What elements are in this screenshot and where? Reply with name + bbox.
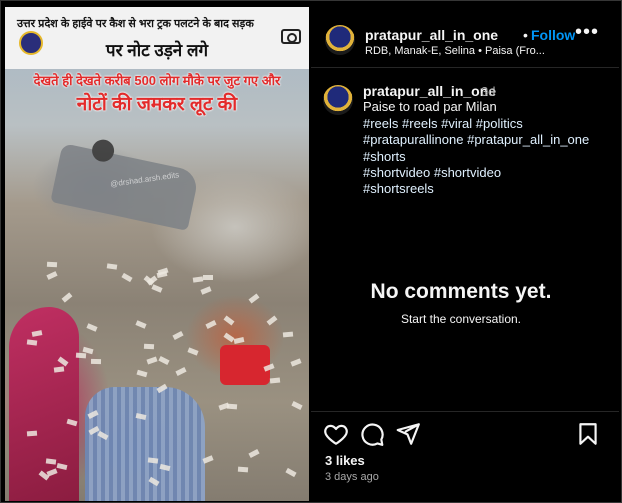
banknote xyxy=(86,323,98,332)
video-headline-banner: उत्तर प्रदेश के हाईवे पर कैश से भरा ट्रक… xyxy=(5,7,309,69)
no-comments-title: No comments yet. xyxy=(370,280,552,303)
banknote xyxy=(200,286,212,295)
caption-time: 3d xyxy=(481,84,496,99)
follow-button[interactable]: Follow xyxy=(531,27,575,43)
hashtag-link[interactable]: #reels xyxy=(363,116,398,131)
banknote xyxy=(187,347,199,357)
banknote xyxy=(290,357,302,367)
banknote xyxy=(266,315,278,326)
banknote xyxy=(61,292,73,303)
banknote xyxy=(202,455,214,464)
avatar[interactable] xyxy=(325,25,355,55)
banknote xyxy=(146,356,158,365)
hashtag-link[interactable]: #viral xyxy=(441,116,472,131)
banknote xyxy=(46,270,58,280)
banknote xyxy=(135,320,147,330)
post-date: 3 days ago xyxy=(325,471,379,483)
more-options-icon[interactable]: ••• xyxy=(575,21,599,44)
banknote xyxy=(26,339,38,346)
banknote xyxy=(248,448,260,458)
banknote xyxy=(106,263,118,270)
no-comments-subtitle: Start the conversation. xyxy=(400,312,522,326)
banknote xyxy=(57,356,69,367)
banknote xyxy=(45,458,57,465)
hashtag-link[interactable]: #shortvideo xyxy=(363,165,430,180)
share-icon[interactable] xyxy=(395,421,421,447)
heart-icon[interactable] xyxy=(323,421,349,447)
banknote xyxy=(151,284,163,293)
video-subtitle-line2: नोटों की जमकर लूट की xyxy=(76,94,238,115)
audio-info[interactable]: RDB, Manak-E, Selina • Paisa (Fro... xyxy=(365,45,545,57)
hashtag-link[interactable]: #shortsreels xyxy=(363,181,434,196)
hashtag-link[interactable]: #shortvideo xyxy=(434,165,501,180)
banknote xyxy=(46,261,58,268)
banknote xyxy=(218,402,230,411)
banknote xyxy=(45,468,58,477)
banknote xyxy=(193,276,204,283)
banknote xyxy=(285,468,298,478)
banknote xyxy=(147,457,159,464)
post-header: pratapur_all_in_one • Follow RDB, Manak-… xyxy=(311,7,619,68)
banknote xyxy=(205,319,217,329)
post-side-panel: pratapur_all_in_one • Follow RDB, Manak-… xyxy=(311,7,619,501)
banknote xyxy=(263,363,275,372)
caption-hashtags: #reels #reels #viral #politics #pratapur… xyxy=(363,116,603,197)
hashtag-link[interactable]: #pratapurallinone xyxy=(363,132,463,147)
post-username[interactable]: pratapur_all_in_one xyxy=(365,27,498,43)
banknote xyxy=(237,467,248,473)
banknote xyxy=(148,477,160,487)
caption-text: Paise to road par Milan xyxy=(363,99,497,114)
banknote xyxy=(27,430,38,437)
comment-icon[interactable] xyxy=(359,421,385,447)
banknote xyxy=(291,401,303,411)
video-headline-line2: पर नोट उड़ने लगे xyxy=(105,41,209,60)
banknote xyxy=(248,293,260,304)
banknote xyxy=(97,431,109,441)
hashtag-link[interactable]: #shorts xyxy=(363,149,406,164)
separator-dot: • xyxy=(523,27,528,43)
banknote xyxy=(158,355,170,365)
banknote xyxy=(136,370,148,378)
reel-video[interactable]: उत्तर प्रदेश के हाईवे पर कैश से भरा ट्रक… xyxy=(5,7,309,501)
post-dialog: उत्तर प्रदेश के हाईवे पर कैश से भरा ट्रक… xyxy=(0,0,622,503)
banknote xyxy=(269,377,280,384)
banknote xyxy=(156,383,168,394)
banknote xyxy=(31,330,42,338)
hashtag-link[interactable]: #politics xyxy=(476,116,523,131)
banknote xyxy=(57,462,68,470)
hashtag-link[interactable]: #reels xyxy=(402,116,437,131)
banknote xyxy=(159,464,171,472)
bookmark-icon[interactable] xyxy=(575,421,601,447)
video-headline-line1: उत्तर प्रदेश के हाईवे पर कैश से भरा ट्रक… xyxy=(17,18,254,30)
banknote xyxy=(282,331,294,338)
banknote xyxy=(90,358,101,365)
banknote xyxy=(66,418,78,426)
camera-icon[interactable] xyxy=(281,29,301,44)
caption-avatar[interactable] xyxy=(323,85,353,115)
banknote xyxy=(75,353,87,359)
likes-count[interactable]: 3 likes xyxy=(325,453,365,468)
banknote xyxy=(135,412,147,420)
action-bar xyxy=(311,411,619,412)
banknote xyxy=(175,367,187,377)
caption-username[interactable]: pratapur_all_in_one xyxy=(363,83,496,99)
video-subtitle-line1: देखते ही देखते करीब 500 लोग मौके पर जुट … xyxy=(33,73,281,88)
hashtag-link[interactable]: #pratapur_all_in_one xyxy=(467,132,589,147)
banknote xyxy=(156,270,168,278)
banknote xyxy=(233,336,245,344)
banknote xyxy=(143,343,154,350)
banknote xyxy=(223,315,235,326)
banknote xyxy=(202,274,213,280)
banknote xyxy=(121,272,133,282)
banknote xyxy=(54,366,65,373)
banknote xyxy=(87,409,100,419)
banknote xyxy=(172,330,184,341)
